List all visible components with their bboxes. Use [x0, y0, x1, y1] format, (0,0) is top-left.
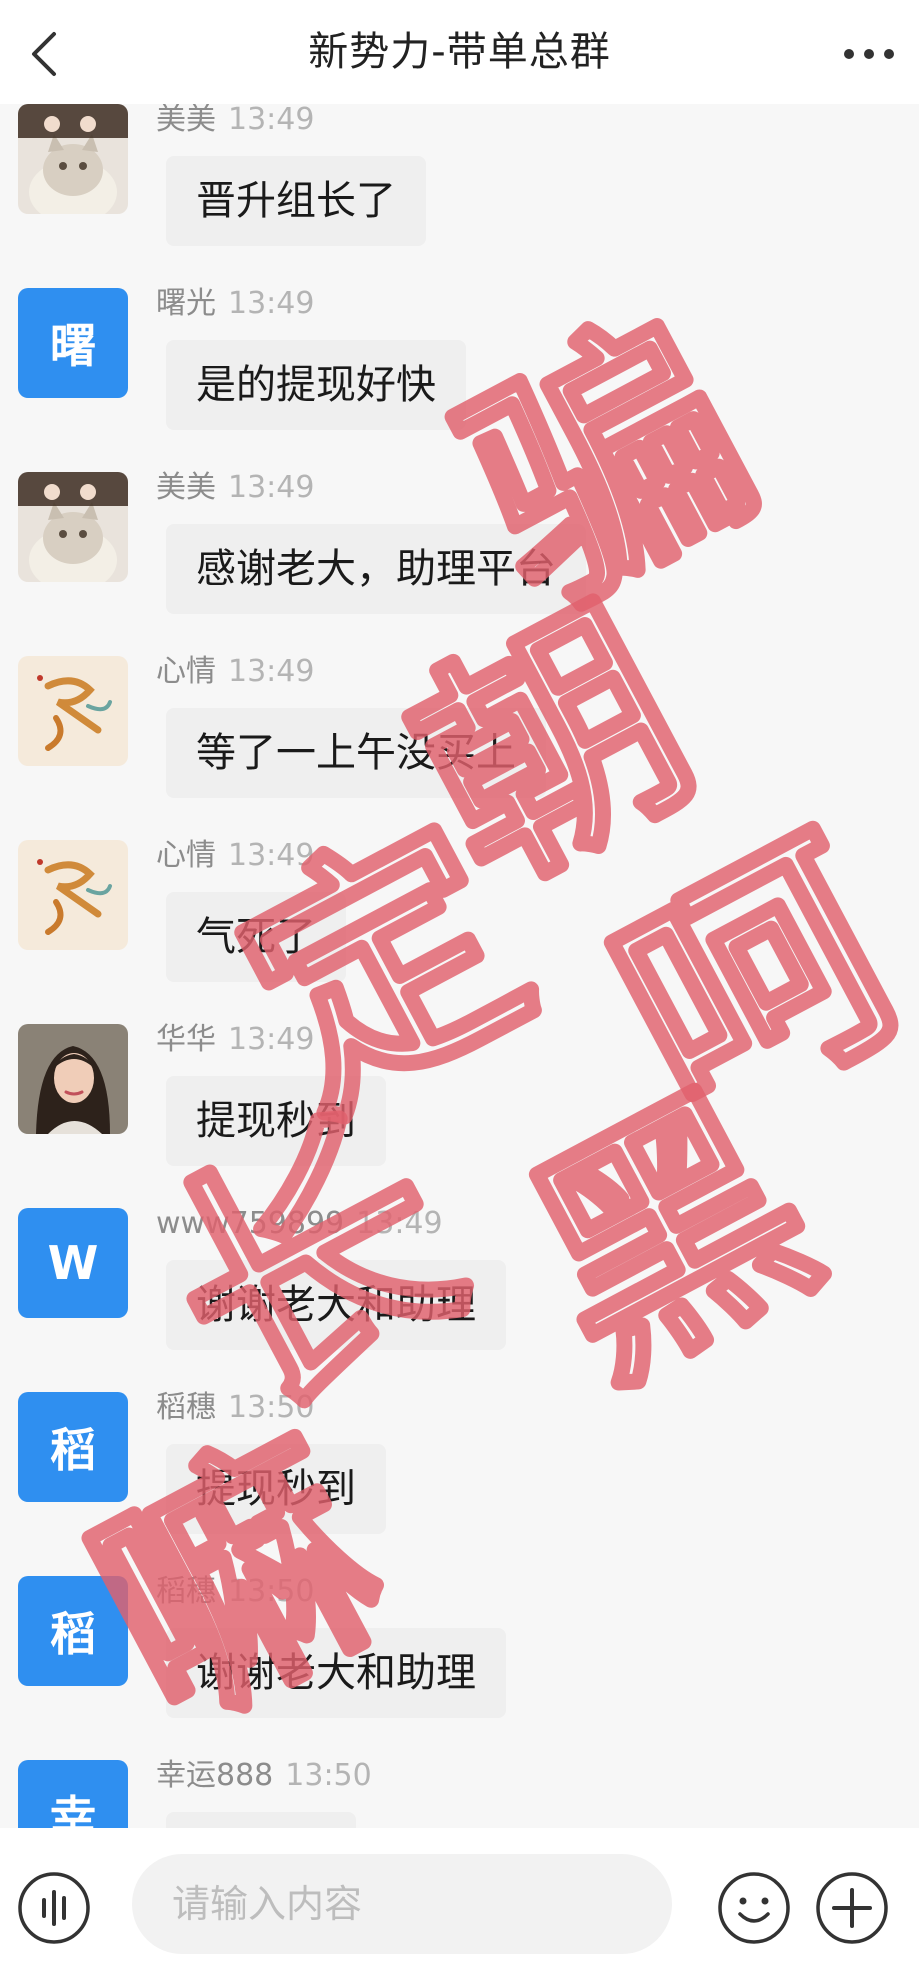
plus-button[interactable]	[814, 1870, 890, 1946]
message-time: 13:50	[228, 1574, 315, 1609]
header-bar: 新势力-带单总群	[0, 0, 919, 104]
sender-name: 曙光	[156, 286, 216, 321]
sender-name: 美美	[156, 470, 216, 505]
avatar[interactable]: 曙	[18, 288, 128, 398]
woman-photo-avatar[interactable]	[18, 1024, 128, 1134]
message-bubble[interactable]: 气死了	[166, 892, 346, 982]
sender-name: www759899	[156, 1206, 345, 1241]
message-meta: 心情 13:49	[156, 836, 314, 876]
ellipsis-icon	[844, 49, 894, 59]
message-row: 稻稻穗 13:50 提现秒到	[0, 1390, 919, 1576]
sender-name: 幸运888	[156, 1758, 274, 1793]
message-bubble[interactable]: 感谢老大，助理平台	[166, 524, 586, 614]
message-bubble[interactable]: 提现秒到	[166, 1076, 386, 1166]
message-bubble[interactable]: 晋升组长了	[166, 156, 426, 246]
emoji-icon	[718, 1872, 790, 1944]
message-time: 13:49	[228, 1022, 315, 1057]
sender-name: 稻穗	[156, 1390, 216, 1425]
message-time: 13:49	[228, 286, 315, 321]
message-meta: 华华 13:49	[156, 1020, 314, 1060]
sender-name: 美美	[156, 104, 216, 137]
message-row: 美美 13:49 感谢老大，助理平台	[0, 470, 919, 656]
cat-photo-avatar[interactable]	[18, 104, 128, 214]
message-meta: 幸运888 13:50	[156, 1756, 372, 1796]
message-time: 13:49	[228, 470, 315, 505]
sender-name: 心情	[156, 838, 216, 873]
plus-icon	[816, 1872, 888, 1944]
message-meta: 曙光 13:49	[156, 284, 314, 324]
avatar[interactable]: W	[18, 1208, 128, 1318]
message-bubble[interactable]: 谢谢老大和助理	[166, 1260, 506, 1350]
cat-photo-avatar[interactable]	[18, 472, 128, 582]
message-row: 心情 13:49 气死了	[0, 838, 919, 1024]
calligraphy-avatar[interactable]	[18, 840, 128, 950]
message-time: 13:49	[356, 1206, 443, 1241]
message-bubble[interactable]	[166, 1812, 356, 1828]
page-title: 新势力-带单总群	[308, 29, 611, 75]
message-meta: 美美 13:49	[156, 104, 314, 140]
message-meta: 稻穗 13:50	[156, 1572, 314, 1612]
message-row: 曙曙光 13:49 是的提现好快	[0, 286, 919, 472]
message-meta: www759899 13:49	[156, 1204, 443, 1244]
message-row: 美美 13:49 晋升组长了	[0, 104, 919, 288]
emoji-button[interactable]	[716, 1870, 792, 1946]
message-meta: 美美 13:49	[156, 468, 314, 508]
input-bar	[0, 1828, 919, 1982]
message-row: 心情 13:49 等了一上午没买上	[0, 654, 919, 840]
sender-name: 稻穗	[156, 1574, 216, 1609]
message-time: 13:49	[228, 654, 315, 689]
avatar[interactable]: 幸	[18, 1760, 128, 1828]
avatar[interactable]: 稻	[18, 1576, 128, 1686]
message-bubble[interactable]: 提现秒到	[166, 1444, 386, 1534]
message-meta: 稻穗 13:50	[156, 1388, 314, 1428]
sender-name: 华华	[156, 1022, 216, 1057]
message-bubble[interactable]: 谢谢老大和助理	[166, 1628, 506, 1718]
voice-button[interactable]	[16, 1870, 92, 1946]
message-row: Wwww759899 13:49 谢谢老大和助理	[0, 1206, 919, 1392]
more-button[interactable]	[837, 26, 901, 82]
avatar[interactable]: 稻	[18, 1392, 128, 1502]
message-row: 幸幸运888 13:50	[0, 1758, 919, 1828]
message-time: 13:49	[228, 838, 315, 873]
message-time: 13:50	[228, 1390, 315, 1425]
message-row: 华华 13:49 提现秒到	[0, 1022, 919, 1208]
calligraphy-avatar[interactable]	[18, 656, 128, 766]
message-list[interactable]: 美美 13:49 晋升组长了曙曙光 13:49 是的提现好快 美美 13:49 感谢老大，助理…	[0, 104, 919, 1828]
message-row: 稻稻穗 13:50 谢谢老大和助理	[0, 1574, 919, 1760]
message-bubble[interactable]: 是的提现好快	[166, 340, 466, 430]
voice-icon	[18, 1872, 90, 1944]
message-input[interactable]	[132, 1854, 672, 1954]
message-time: 13:50	[285, 1758, 372, 1793]
message-time: 13:49	[228, 104, 315, 137]
message-meta: 心情 13:49	[156, 652, 314, 692]
message-bubble[interactable]: 等了一上午没买上	[166, 708, 546, 798]
sender-name: 心情	[156, 654, 216, 689]
